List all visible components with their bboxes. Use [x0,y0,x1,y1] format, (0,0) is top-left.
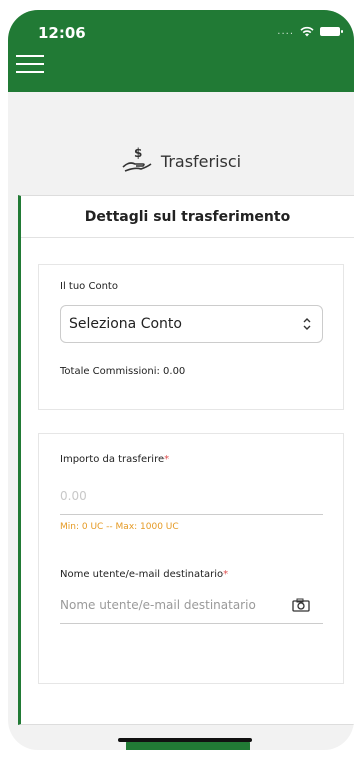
recipient-label: Nome utente/e-mail destinatario* [60,569,228,580]
status-time: 12:06 [38,24,86,42]
recipient-input[interactable]: Nome utente/e-mail destinatario [60,598,256,612]
amount-range: Min: 0 UC -- Max: 1000 UC [60,522,179,532]
chevron-up-down-icon [302,317,312,335]
account-select-value: Seleziona Conto [69,316,182,332]
account-section: Il tuo Conto Seleziona Conto Totale Comm… [38,264,344,410]
hamburger-menu-icon[interactable] [16,55,44,75]
amount-label: Importo da trasferire* [60,454,169,465]
amount-underline [60,514,323,515]
page-title: Trasferisci [160,151,242,171]
svg-text:$: $ [134,146,142,160]
battery-icon [320,27,343,36]
total-commission: Totale Commissioni: 0.00 [60,366,186,377]
account-label: Il tuo Conto [60,281,118,292]
page-heading: $ Trasferisci [8,145,354,177]
status-icons: .... [277,26,343,37]
wifi-icon [300,26,314,37]
account-select[interactable]: Seleziona Conto [60,305,323,343]
recipient-label-text: Nome utente/e-mail destinatario [60,569,224,580]
transfer-details-card: Dettagli sul trasferimento Il tuo Conto … [18,195,354,725]
card-title: Dettagli sul trasferimento [21,196,354,238]
home-indicator[interactable] [118,738,252,742]
signal-dots: .... [277,26,294,37]
app-screen: 12:06 .... $ Trasferisci Dettagli sul tr… [8,10,354,750]
amount-input[interactable]: 0.00 [60,489,87,503]
recipient-underline [60,623,323,624]
required-mark: * [223,569,229,580]
transfer-section: Importo da trasferire* 0.00 Min: 0 UC --… [38,433,344,684]
required-mark: * [164,454,170,465]
money-hand-icon: $ [121,145,153,177]
camera-icon[interactable] [292,597,310,616]
amount-label-text: Importo da trasferire [60,454,165,465]
app-header: 12:06 .... [8,10,354,92]
